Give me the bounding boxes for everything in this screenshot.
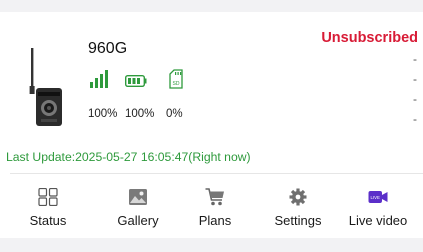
sd-value: 0% [166,108,183,120]
nav-gallery[interactable]: Gallery [96,180,180,238]
nav-label: Status [29,213,67,228]
image-icon [129,189,147,205]
nav-label: Plans [198,213,232,228]
dash: - [413,72,417,86]
info-dashes: - - - - [409,52,417,132]
nav-plans[interactable]: Plans [173,180,257,238]
nav-live-video[interactable]: LIVE Live video [336,180,420,238]
dash: - [413,112,417,126]
live-badge: LIVE [371,195,380,200]
signal-value: 100% [88,108,118,120]
grid-icon [38,188,58,206]
dash: - [413,92,417,106]
sd-label: SD [173,81,180,87]
device-card: 960G Unsubscribed SD 100% 100% 0% - - - … [0,12,423,238]
subscription-status: Unsubscribed [321,30,418,46]
battery-icon [124,74,147,92]
live-video-icon: LIVE [368,191,388,203]
last-update: Last Update:2025-05-27 16:05:47(Right no… [6,150,251,164]
nav-settings[interactable]: Settings [256,180,340,238]
nav-status[interactable]: Status [6,180,90,238]
nav-label: Settings [274,213,322,228]
cart-icon [205,188,224,206]
device-info[interactable]: 960G Unsubscribed SD 100% 100% 0% - - - … [0,12,423,144]
divider [10,173,423,174]
trail-camera-icon [29,48,62,126]
gear-icon [289,188,307,206]
bottom-nav: Status Gallery Plans Settings LIVE Live … [0,180,423,238]
sd-card-icon: SD [169,69,183,94]
device-name: 960G [88,40,128,57]
dash: - [413,52,417,66]
battery-value: 100% [125,108,155,120]
nav-label: Gallery [117,213,159,228]
nav-label: Live video [348,213,408,228]
signal-icon [90,70,110,93]
